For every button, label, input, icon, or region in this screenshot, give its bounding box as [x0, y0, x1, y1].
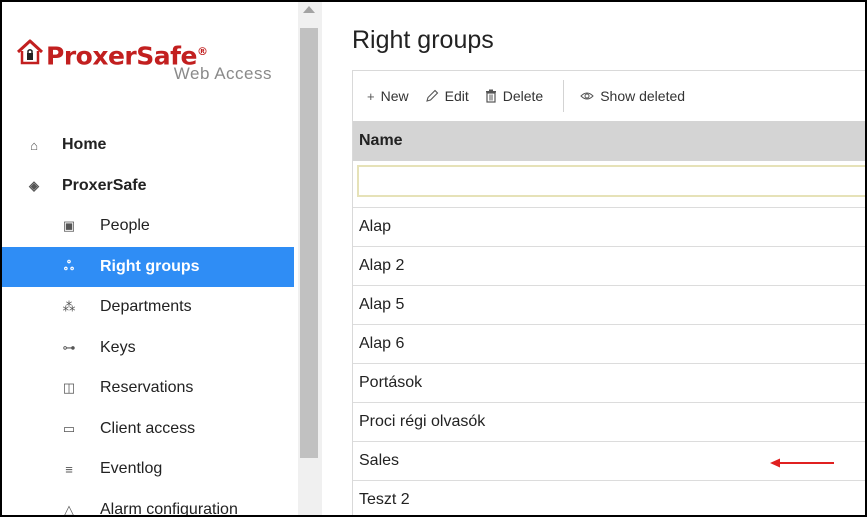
- table-row[interactable]: Alap 6: [353, 324, 865, 363]
- sidebar-item-label: Client access: [100, 419, 196, 437]
- house-lock-icon: [16, 39, 44, 65]
- plus-icon: +: [367, 88, 375, 104]
- sidebar-nav: ⌂ Home ◈ ProxerSafe ▣ People ஃ Right groups ⁂ Dep…: [2, 125, 294, 517]
- table-cell-name: Proci régi olvasók: [359, 413, 486, 430]
- sidebar-item-keys[interactable]: ⊶ Keys: [2, 328, 294, 369]
- table-body: Alap Alap 2 Alap 5 Alap 6 Portások Proci régi…: [353, 207, 865, 515]
- column-header-label: Name: [359, 132, 403, 149]
- table-cell-name: Alap 2: [359, 257, 405, 274]
- new-button-label: New: [380, 88, 409, 104]
- group-icon: ஃ: [63, 258, 75, 274]
- sidebar-item-right-groups[interactable]: ஃ Right groups: [2, 246, 294, 287]
- table-row[interactable]: Proci régi olvasók: [353, 402, 865, 441]
- sidebar-item-reservations[interactable]: ◫ Reservations: [2, 368, 294, 409]
- eye-icon: [580, 92, 594, 100]
- logo-subtitle: Web Access: [173, 64, 272, 83]
- sidebar-item-label: Home: [62, 136, 107, 154]
- filter-row: [353, 161, 865, 201]
- logo[interactable]: ProxerSafe® Web Access: [16, 38, 286, 88]
- sidebar-item-label: ProxerSafe: [62, 176, 147, 194]
- toolbar-divider: [563, 80, 565, 112]
- table-row[interactable]: Teszt 2: [353, 480, 865, 515]
- sidebar-item-label: Departments: [100, 298, 192, 316]
- show-deleted-label: Show deleted: [600, 88, 686, 104]
- show-deleted-button[interactable]: Show deleted: [580, 88, 685, 104]
- sidebar-scrollbar[interactable]: [298, 2, 322, 515]
- scroll-up-arrow-icon[interactable]: [303, 6, 315, 13]
- table-cell-name: Alap 5: [359, 296, 405, 313]
- sidebar-item-alarm-configuration[interactable]: △ Alarm configuration: [2, 490, 294, 517]
- new-button[interactable]: + New: [367, 88, 409, 104]
- main-content: Right groups + New Edit Delete Show dele…: [322, 2, 865, 515]
- sidebar-item-client-access[interactable]: ▭ Client access: [2, 409, 294, 450]
- trash-icon: [485, 89, 496, 103]
- sidebar-item-label: Right groups: [100, 257, 200, 275]
- table-row[interactable]: Alap: [353, 207, 865, 246]
- sidebar-item-label: Alarm configuration: [100, 500, 238, 517]
- pencil-icon: [425, 89, 438, 102]
- table-row[interactable]: Alap 5: [353, 285, 865, 324]
- list-icon: ≡: [65, 461, 73, 477]
- sidebar-item-label: Reservations: [100, 379, 194, 397]
- table-row[interactable]: Portások: [353, 363, 865, 402]
- table-cell-name: Alap 6: [359, 335, 405, 352]
- table-cell-name: Alap: [359, 218, 392, 235]
- sidebar-item-label: Keys: [100, 338, 136, 356]
- sidebar-item-people[interactable]: ▣ People: [2, 206, 294, 247]
- sidebar-item-home[interactable]: ⌂ Home: [2, 125, 294, 166]
- sidebar-item-label: Eventlog: [100, 460, 163, 478]
- scrollbar-thumb[interactable]: [300, 28, 318, 458]
- annotation-arrow: [770, 458, 834, 468]
- app-window: ProxerSafe® Web Access ⌂ Home ◈ ProxerSafe ▣…: [0, 0, 867, 517]
- id-card-icon: ▣: [62, 218, 76, 234]
- sidebar-item-proxersafe[interactable]: ◈ ProxerSafe: [2, 166, 294, 207]
- book-icon: ◫: [62, 380, 76, 396]
- sidebar-item-eventlog[interactable]: ≡ Eventlog: [2, 449, 294, 490]
- hierarchy-icon: ⁂: [62, 299, 76, 315]
- table-row[interactable]: Alap 2: [353, 246, 865, 285]
- table-cell-name: Teszt 2: [359, 491, 410, 508]
- sidebar: ProxerSafe® Web Access ⌂ Home ◈ ProxerSafe ▣…: [2, 2, 298, 517]
- delete-button[interactable]: Delete: [485, 88, 543, 104]
- column-header-name[interactable]: Name: [353, 121, 865, 161]
- table-cell-name: Sales: [359, 452, 400, 469]
- sidebar-item-departments[interactable]: ⁂ Departments: [2, 287, 294, 328]
- sidebar-item-label: People: [100, 217, 150, 235]
- grid-panel: + New Edit Delete Show deleted Name Alap…: [352, 70, 865, 515]
- toolbar: + New Edit Delete Show deleted: [353, 71, 865, 121]
- bell-icon: △: [64, 501, 74, 517]
- table-cell-name: Portások: [359, 374, 423, 391]
- keyboard-icon: ▭: [62, 420, 76, 436]
- edit-button[interactable]: Edit: [425, 88, 469, 104]
- layers-icon: ◈: [29, 177, 39, 193]
- name-filter-input[interactable]: [357, 165, 865, 197]
- delete-button-label: Delete: [502, 88, 544, 104]
- logo-registered-mark: ®: [196, 45, 208, 58]
- edit-button-label: Edit: [444, 88, 469, 104]
- key-icon: ⊶: [62, 339, 76, 355]
- home-icon: ⌂: [30, 137, 38, 153]
- page-title: Right groups: [352, 26, 494, 54]
